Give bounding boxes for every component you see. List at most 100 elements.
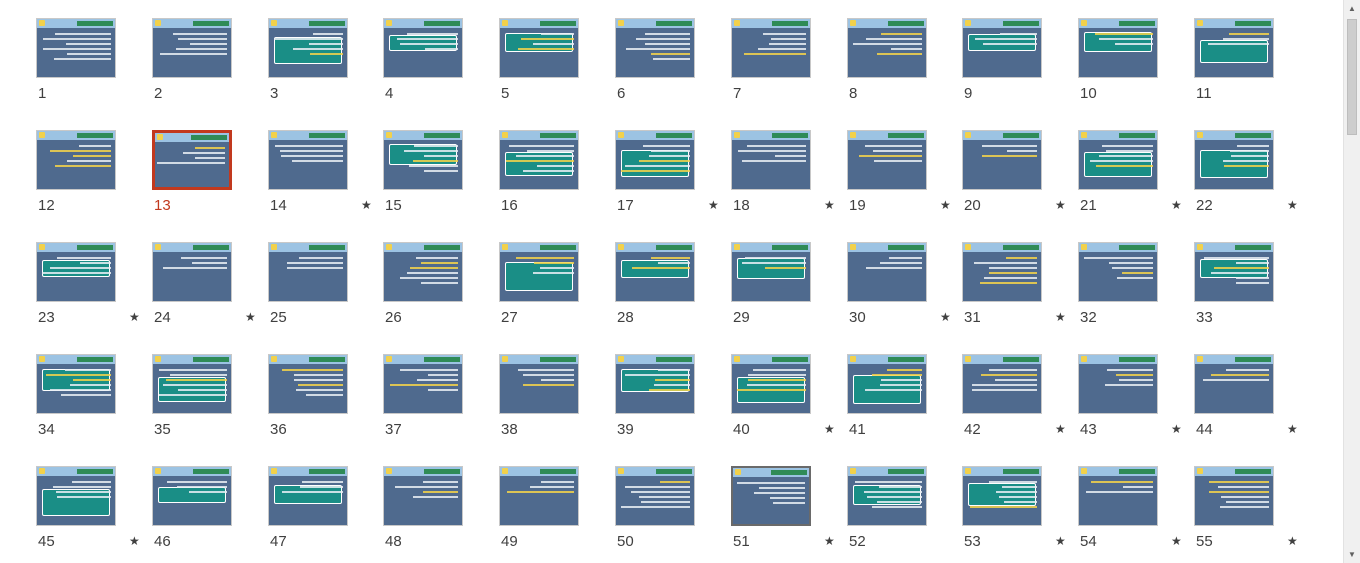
slide-thumbnail-cell[interactable]: 40 ★ (731, 354, 841, 454)
slide-thumbnail-cell[interactable]: 34 (36, 354, 146, 454)
slide-thumbnail-cell[interactable]: 36 (268, 354, 378, 454)
slide-thumbnail-cell[interactable]: 43 ★ (1078, 354, 1188, 454)
slide-thumbnail[interactable] (962, 354, 1042, 414)
slide-thumbnail[interactable] (847, 18, 927, 78)
slide-thumbnail[interactable] (1078, 354, 1158, 414)
slide-thumbnail[interactable] (152, 242, 232, 302)
vertical-scrollbar[interactable]: ▲ ▼ (1343, 0, 1360, 563)
slide-thumbnail-cell[interactable]: 53 ★ (962, 466, 1072, 563)
slide-thumbnail-cell[interactable]: 32 (1078, 242, 1188, 342)
slide-thumbnail[interactable] (1194, 130, 1274, 190)
transition-star-icon[interactable]: ★ (1055, 534, 1066, 548)
transition-star-icon[interactable]: ★ (1287, 198, 1298, 212)
transition-star-icon[interactable]: ★ (1171, 534, 1182, 548)
slide-thumbnail-cell[interactable]: 13 (152, 130, 262, 230)
slide-thumbnail-cell[interactable]: 2 (152, 18, 262, 118)
transition-star-icon[interactable]: ★ (940, 310, 951, 324)
slide-thumbnail[interactable] (731, 354, 811, 414)
slide-thumbnail-cell[interactable]: 1 (36, 18, 146, 118)
slide-thumbnail[interactable] (731, 18, 811, 78)
slide-thumbnail-cell[interactable]: 42 ★ (962, 354, 1072, 454)
slide-thumbnail-cell[interactable]: 38 (499, 354, 609, 454)
slide-thumbnail[interactable] (731, 466, 811, 526)
slide-thumbnail[interactable] (499, 130, 579, 190)
slide-thumbnail-cell[interactable]: 39 (615, 354, 725, 454)
transition-star-icon[interactable]: ★ (824, 534, 835, 548)
slide-thumbnail-cell[interactable]: 15 (383, 130, 493, 230)
slide-thumbnail-cell[interactable]: 23 ★ (36, 242, 146, 342)
slide-thumbnail[interactable] (847, 130, 927, 190)
slide-thumbnail[interactable] (499, 242, 579, 302)
slide-thumbnail-cell[interactable]: 8 (847, 18, 957, 118)
transition-star-icon[interactable]: ★ (1055, 198, 1066, 212)
slide-thumbnail[interactable] (1078, 242, 1158, 302)
slide-thumbnail[interactable] (499, 354, 579, 414)
slide-thumbnail[interactable] (847, 354, 927, 414)
slide-thumbnail-cell[interactable]: 46 (152, 466, 262, 563)
slide-thumbnail[interactable] (1078, 130, 1158, 190)
slide-thumbnail[interactable] (731, 242, 811, 302)
slide-thumbnail-cell[interactable]: 48 (383, 466, 493, 563)
slide-thumbnail-cell[interactable]: 49 (499, 466, 609, 563)
slide-thumbnail[interactable] (847, 466, 927, 526)
transition-star-icon[interactable]: ★ (361, 198, 372, 212)
slide-thumbnail-cell[interactable]: 54 ★ (1078, 466, 1188, 563)
slide-thumbnail-cell[interactable]: 5 (499, 18, 609, 118)
scroll-up-arrow-icon[interactable]: ▲ (1344, 0, 1360, 17)
slide-thumbnail-cell[interactable]: 27 (499, 242, 609, 342)
slide-thumbnail[interactable] (731, 130, 811, 190)
slide-thumbnail-cell[interactable]: 44 ★ (1194, 354, 1304, 454)
slide-thumbnail[interactable] (152, 130, 232, 190)
slide-thumbnail[interactable] (268, 354, 348, 414)
slide-thumbnail-cell[interactable]: 11 (1194, 18, 1304, 118)
slide-thumbnail[interactable] (36, 354, 116, 414)
slide-thumbnail-cell[interactable]: 3 (268, 18, 378, 118)
slide-thumbnail[interactable] (383, 242, 463, 302)
slide-thumbnail[interactable] (1194, 354, 1274, 414)
slide-thumbnail-cell[interactable]: 52 (847, 466, 957, 563)
slide-thumbnail-cell[interactable]: 4 (383, 18, 493, 118)
transition-star-icon[interactable]: ★ (129, 310, 140, 324)
slide-thumbnail-cell[interactable]: 20 ★ (962, 130, 1072, 230)
slide-thumbnail[interactable] (268, 242, 348, 302)
slide-thumbnail-cell[interactable]: 33 (1194, 242, 1304, 342)
slide-thumbnail[interactable] (36, 242, 116, 302)
transition-star-icon[interactable]: ★ (940, 198, 951, 212)
slide-thumbnail-cell[interactable]: 7 (731, 18, 841, 118)
slide-thumbnail[interactable] (36, 466, 116, 526)
slide-thumbnail-cell[interactable]: 31 ★ (962, 242, 1072, 342)
scroll-down-arrow-icon[interactable]: ▼ (1344, 546, 1360, 563)
slide-thumbnail[interactable] (615, 354, 695, 414)
slide-thumbnail[interactable] (268, 466, 348, 526)
slide-thumbnail-cell[interactable]: 25 (268, 242, 378, 342)
slide-thumbnail[interactable] (383, 130, 463, 190)
slide-thumbnail-cell[interactable]: 28 (615, 242, 725, 342)
slide-thumbnail-cell[interactable]: 12 (36, 130, 146, 230)
transition-star-icon[interactable]: ★ (1055, 422, 1066, 436)
slide-thumbnail[interactable] (499, 466, 579, 526)
slide-thumbnail[interactable] (383, 18, 463, 78)
slide-thumbnail[interactable] (152, 18, 232, 78)
slide-thumbnail-cell[interactable]: 24 ★ (152, 242, 262, 342)
slide-thumbnail[interactable] (1078, 466, 1158, 526)
slide-thumbnail-cell[interactable]: 21 ★ (1078, 130, 1188, 230)
slide-thumbnail[interactable] (1194, 242, 1274, 302)
transition-star-icon[interactable]: ★ (1171, 422, 1182, 436)
slide-thumbnail-cell[interactable]: 51 ★ (731, 466, 841, 563)
slide-thumbnail-cell[interactable]: 19 ★ (847, 130, 957, 230)
slide-thumbnail[interactable] (1194, 18, 1274, 78)
slide-thumbnail[interactable] (615, 242, 695, 302)
slide-thumbnail[interactable] (268, 18, 348, 78)
slide-thumbnail[interactable] (499, 18, 579, 78)
slide-thumbnail-cell[interactable]: 35 (152, 354, 262, 454)
transition-star-icon[interactable]: ★ (1287, 422, 1298, 436)
slide-thumbnail-cell[interactable]: 41 (847, 354, 957, 454)
slide-thumbnail[interactable] (1078, 18, 1158, 78)
slide-thumbnail[interactable] (152, 466, 232, 526)
slide-thumbnail-cell[interactable]: 45 ★ (36, 466, 146, 563)
transition-star-icon[interactable]: ★ (1287, 534, 1298, 548)
slide-thumbnail-cell[interactable]: 26 (383, 242, 493, 342)
slide-thumbnail-cell[interactable]: 37 (383, 354, 493, 454)
slide-thumbnail[interactable] (152, 354, 232, 414)
slide-thumbnail-cell[interactable]: 50 (615, 466, 725, 563)
